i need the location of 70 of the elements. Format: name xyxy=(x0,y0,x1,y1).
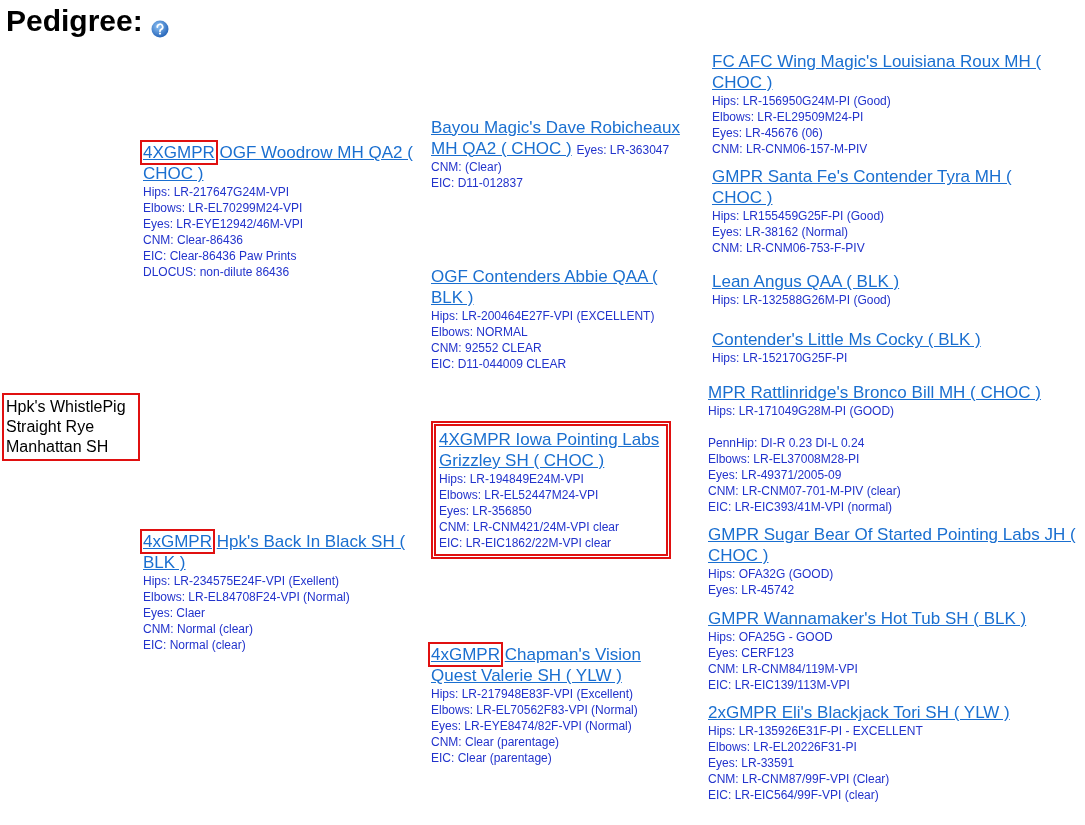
dog-name: Hpk's WhistlePig Straight Rye Manhattan SH xyxy=(2,393,140,461)
help-icon[interactable] xyxy=(150,20,169,38)
health-note: Elbows: LR-EL20226F31-PI xyxy=(708,739,858,756)
health-note: Elbows: NORMAL xyxy=(431,323,529,340)
health-note: EIC: LR-EIC139/113M-VPI xyxy=(708,676,851,693)
health-note: Hips: LR-194849E24M-VPI xyxy=(439,470,585,487)
health-note: EIC: D11-012837 xyxy=(431,174,524,191)
health-note: Hips: LR-217647G24M-VPI xyxy=(143,184,291,201)
health-note: CNM: Clear (parentage) xyxy=(431,734,561,751)
health-note: EIC: Clear (parentage) xyxy=(431,750,553,767)
dog-title-link[interactable]: GMPR Wannamaker's Hot Tub SH ( BLK ) xyxy=(708,607,1082,629)
health-note: Eyes: CERF123 xyxy=(708,644,796,661)
health-note: PennHip: DI-R 0.23 DI-L 0.24 xyxy=(708,434,866,451)
health-note: CNM: Normal (clear) xyxy=(143,621,254,638)
health-note: EIC: LR-EIC393/41M-VPI (normal) xyxy=(708,498,894,515)
health-note: CNM: (Clear) xyxy=(431,158,503,175)
health-note: CNM: 92552 CLEAR xyxy=(431,339,543,356)
health-note: EIC: LR-EIC1862/22M-VPI clear xyxy=(439,534,613,551)
health-note: Hips: LR-217948E83F-VPI (Excellent) xyxy=(431,686,635,703)
dog-title-link[interactable]: FC AFC Wing Magic's Louisiana Roux MH ( CHOC ) xyxy=(712,50,1047,93)
health-note: Hips: LR-156950G24M-PI (Good) xyxy=(712,92,892,109)
health-note: Hips: LR-132588G26M-PI (Good) xyxy=(712,292,892,309)
health-note: CNM: LR-CNM06-753-F-PIV xyxy=(712,240,866,257)
health-note: Hips: OFA32G (GOOD) xyxy=(708,566,835,583)
health-note: Elbows: LR-EL84708F24-VPI (Normal) xyxy=(143,589,351,606)
dog-title-link[interactable]: Bayou Magic's Dave Robicheaux MH QA2 ( CHOC ) Eyes: LR-363047 xyxy=(431,116,686,159)
health-note: Hips: LR-200464E27F-VPI (EXCELLENT) xyxy=(431,307,656,324)
dog-title-link[interactable]: 4XGMPR OGF Woodrow MH QA2 ( CHOC ) xyxy=(143,142,420,185)
health-note: Elbows: LR-EL37008M28-PI xyxy=(708,450,861,467)
page-heading: Pedigree: xyxy=(6,3,143,39)
health-note: Elbows: LR-EL29509M24-PI xyxy=(712,108,865,125)
health-note: EIC: D11-044009 CLEAR xyxy=(431,355,568,372)
health-note: EIC: Normal (clear) xyxy=(143,637,247,654)
health-note: Eyes: Claer xyxy=(143,605,207,622)
health-note: CNM: Clear-86436 xyxy=(143,232,245,249)
health-note: DLOCUS: non-dilute 86436 xyxy=(143,264,291,281)
dog-title-link[interactable]: 4XGMPR Iowa Pointing Labs Grizzley SH ( CHOC ) xyxy=(439,428,663,471)
health-note: EIC: Clear-86436 Paw Prints xyxy=(143,248,298,265)
dog-title-link[interactable]: Lean Angus QAA ( BLK ) xyxy=(712,271,1047,293)
health-note: Hips: LR-171049G28M-PI (GOOD) xyxy=(708,402,896,419)
health-note: CNM: LR-CNM07-701-M-PIV (clear) xyxy=(708,482,902,499)
health-note: Eyes: LR-33591 xyxy=(708,755,796,772)
dog-title-link[interactable]: GMPR Sugar Bear Of Started Pointing Labs JH ( CHOC ) xyxy=(708,524,1082,567)
health-note: Eyes: LR-45676 (06) xyxy=(712,124,824,141)
dog-title-link[interactable]: 2xGMPR Eli's Blackjack Tori SH ( YLW ) xyxy=(708,702,1082,724)
health-note: Elbows: LR-EL52447M24-VPI xyxy=(439,486,600,503)
health-note: EIC: LR-EIC564/99F-VPI (clear) xyxy=(708,787,880,804)
health-note: Hips: LR155459G25F-PI (Good) xyxy=(712,208,886,225)
dog-title-link[interactable]: OGF Contenders Abbie QAA ( BLK ) xyxy=(431,265,686,308)
health-note: Hips: LR-234575E24F-VPI (Exellent) xyxy=(143,573,341,590)
health-note: Eyes: LR-EYE8474/82F-VPI (Normal) xyxy=(431,718,633,735)
health-note: Hips: LR-135926E31F-PI - EXCELLENT xyxy=(708,723,924,740)
dog-title-link[interactable]: Contender's Little Ms Cocky ( BLK ) xyxy=(712,329,1047,351)
health-note: Eyes: LR-EYE12942/46M-VPI xyxy=(143,216,305,233)
health-note: Hips: LR-152170G25F-PI xyxy=(712,350,849,367)
health-note: Eyes: LR-356850 xyxy=(439,502,533,519)
health-note: Eyes: LR-49371/2005-09 xyxy=(708,466,843,483)
health-note: Eyes: LR-45742 xyxy=(708,582,796,599)
health-note: CNM: LR-CNM421/24M-VPI clear xyxy=(439,518,621,535)
health-note: Eyes: LR-38162 (Normal) xyxy=(712,224,850,241)
health-note: CNM: LR-CNM06-157-M-PIV xyxy=(712,140,869,157)
dog-title-link[interactable]: 4xGMPR Hpk's Back In Black SH ( BLK ) xyxy=(143,531,420,574)
health-note: Elbows: LR-EL70562F83-VPI (Normal) xyxy=(431,702,639,719)
health-note: Hips: OFA25G - GOOD xyxy=(708,628,834,645)
dog-title-link[interactable]: MPR Rattlinridge's Bronco Bill MH ( CHOC ) xyxy=(708,381,1082,403)
dog-title-link[interactable]: 4xGMPR Chapman's Vision Quest Valerie SH ( YLW ) xyxy=(431,644,686,687)
health-note: CNM: LR-CNM87/99F-VPI (Clear) xyxy=(708,771,891,788)
dog-title-link[interactable]: GMPR Santa Fe's Contender Tyra MH ( CHOC ) xyxy=(712,166,1047,209)
health-note: Elbows: LR-EL70299M24-VPI xyxy=(143,200,304,217)
health-note: CNM: LR-CNM84/119M-VPI xyxy=(708,660,859,677)
